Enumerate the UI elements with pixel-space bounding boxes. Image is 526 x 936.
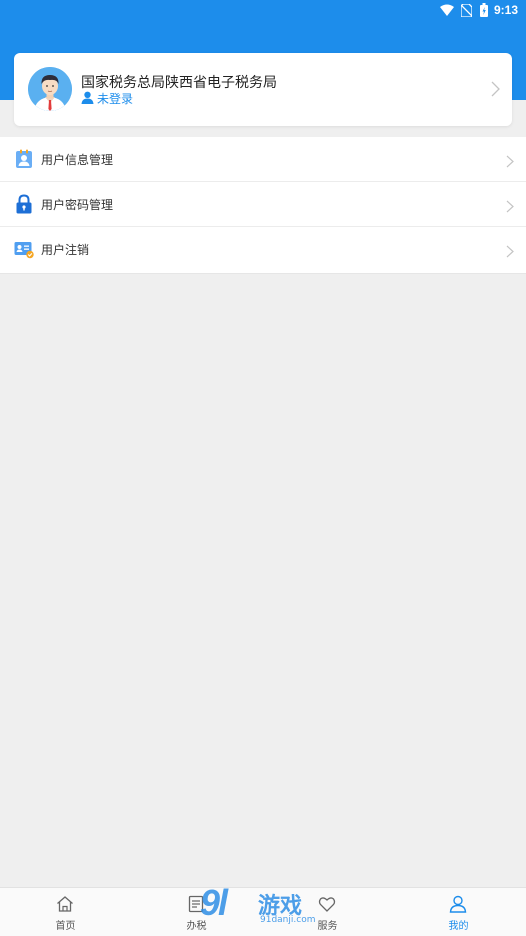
profile-card[interactable]: 国家税务总局陕西省电子税务局 未登录 <box>14 53 512 126</box>
user-icon <box>81 91 94 107</box>
heart-icon <box>318 897 336 912</box>
user-avatar-icon <box>28 67 72 111</box>
tab-home[interactable]: 首页 <box>0 888 131 936</box>
chevron-right-icon <box>506 153 514 172</box>
no-sim-icon <box>460 3 473 20</box>
status-time: 9:13 <box>493 3 518 17</box>
tab-label: 我的 <box>448 921 469 932</box>
tab-mine[interactable]: 我的 <box>393 888 524 936</box>
login-status[interactable]: 未登录 <box>81 90 133 107</box>
menu-item-label: 用户信息管理 <box>41 153 114 167</box>
id-card-icon <box>14 239 34 259</box>
menu-item-password[interactable]: 用户密码管理 <box>0 182 526 227</box>
home-icon <box>57 896 73 912</box>
user-info-icon <box>14 149 34 169</box>
lock-icon <box>14 194 34 214</box>
tab-label: 首页 <box>55 921 76 932</box>
menu-item-user-info[interactable]: 用户信息管理 <box>0 137 526 182</box>
menu-item-label: 用户注销 <box>41 243 90 257</box>
org-name: 国家税务总局陕西省电子税务局 <box>81 75 277 91</box>
chevron-right-icon <box>506 198 514 217</box>
tab-tax[interactable]: 办税 <box>131 888 262 936</box>
status-bar: 9:13 <box>0 0 526 22</box>
user-icon <box>449 895 467 913</box>
list-icon <box>188 895 204 913</box>
tab-service[interactable]: 服务 <box>262 888 393 936</box>
bottom-tab-bar: 首页 办税 服务 我的 <box>0 887 526 936</box>
login-status-label: 未登录 <box>97 92 134 106</box>
tab-label: 服务 <box>317 921 338 932</box>
wifi-icon <box>440 4 454 19</box>
settings-menu: 用户信息管理 用户密码管理 用户注销 <box>0 137 526 274</box>
chevron-right-icon <box>506 243 514 262</box>
tab-label: 办税 <box>186 921 207 932</box>
battery-charging-icon <box>480 3 488 20</box>
chevron-right-icon <box>491 81 500 101</box>
menu-item-deregister[interactable]: 用户注销 <box>0 227 526 273</box>
menu-item-label: 用户密码管理 <box>41 198 114 212</box>
